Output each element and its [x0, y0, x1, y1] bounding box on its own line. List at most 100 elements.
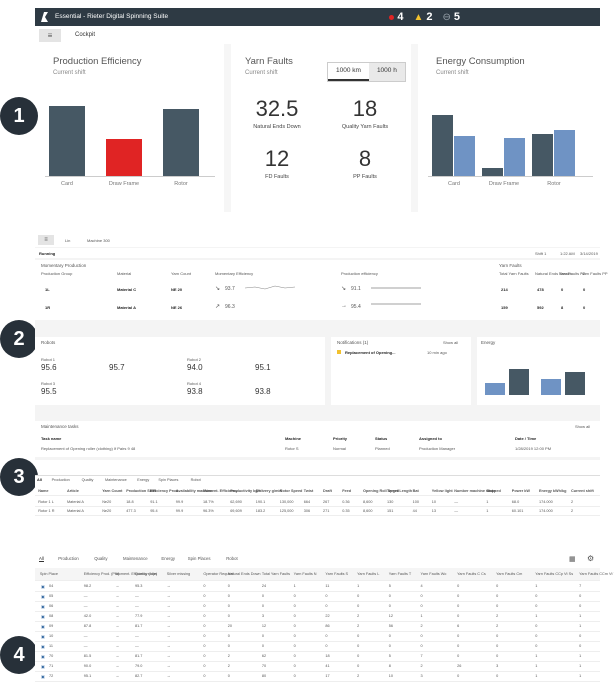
table-cell: 0 — [261, 644, 265, 648]
column-header: Feed — [342, 489, 352, 493]
tab[interactable]: Maintenance — [105, 478, 127, 482]
table-cell: 0 — [457, 644, 460, 648]
table-cell: 0 — [496, 594, 499, 598]
production-efficiency-card[interactable]: Production Efficiency Current shift Card… — [35, 44, 224, 212]
table-cell: → — [115, 634, 120, 638]
tab[interactable]: Robot — [226, 556, 237, 561]
table-row[interactable]: ▣ 70 81.5 → 81.7 → 0 2 62 0 18 0 5 7 0 0 1 1 — [35, 652, 600, 662]
sparkline-chart — [371, 287, 421, 305]
column-header: Delivery g/min — [255, 489, 282, 493]
robot-value: 93.8 — [187, 387, 203, 396]
table-cell: 2 — [357, 624, 360, 628]
table-row[interactable]: ▣ 71 90.0 → 79.0 → 0 2 70 0 41 0 8 2 26 3 1 1 — [35, 662, 600, 672]
table-cell: 2 — [357, 614, 360, 618]
tab[interactable]: Quality — [82, 478, 94, 482]
machine-detail: ≡ Lin Machine 300 Running Shift 1 1:22 A… — [35, 233, 608, 460]
table-cell: 0 — [579, 594, 582, 598]
table-cell: 79.0 — [135, 664, 143, 668]
column-header: State — [486, 489, 496, 493]
table-row[interactable]: ▣ 11 — → — → 0 0 0 0 0 0 0 0 0 0 0 0 — [35, 642, 600, 652]
task-name[interactable]: Replacement of Opening roller (clothing)… — [41, 446, 135, 451]
chart-bar — [106, 139, 142, 176]
table-cell: → — [166, 644, 171, 648]
table-row[interactable]: ▣ 06 — → — → 0 0 0 0 0 0 0 0 0 0 0 0 — [35, 602, 600, 612]
alert-counters[interactable]: 4 ▲ 2 ⊖ 5 — [389, 11, 460, 23]
chart-bar — [432, 115, 453, 176]
table-cell: 0 — [457, 584, 460, 588]
col-header: Machine — [285, 436, 302, 441]
energy-consumption-card[interactable]: Energy Consumption Current shift Card Dra… — [418, 44, 600, 212]
table-cell: 12 — [388, 614, 394, 618]
settings-gear-icon[interactable]: ⚙ — [587, 554, 594, 563]
tab[interactable]: All — [37, 478, 42, 482]
table-cell: 96.3% — [203, 509, 214, 513]
table-cell: 0 — [227, 594, 230, 598]
table-row[interactable]: ▣ 72 95.1 → 82.7 → 0 0 80 0 17 2 10 3 0 0 1 1 — [35, 672, 600, 682]
table-cell: 1 — [486, 509, 489, 513]
toggle-1000km[interactable]: 1000 km — [328, 63, 369, 81]
table-cell: 99.9 — [175, 500, 184, 504]
table-cell: 0 — [227, 604, 230, 608]
robot-name: Robot 1 — [41, 357, 56, 362]
tab[interactable]: Robot — [191, 478, 201, 482]
table-cell: 0 — [496, 604, 499, 608]
show-all-link[interactable]: Show all — [575, 424, 590, 429]
toggle-1000h[interactable]: 1000 h — [368, 63, 405, 81]
table-cell: 0 — [388, 594, 391, 598]
tab[interactable]: Maintenance — [123, 556, 148, 561]
table-cell: 0 — [357, 604, 360, 608]
table-cell: 60.101 — [511, 509, 524, 513]
table-row[interactable]: ▣ 08 42.0 → 77.9 → 0 0 3 0 22 2 12 1 0 2 1 1 — [35, 612, 600, 622]
breadcrumb-machine[interactable]: Machine 300 — [87, 238, 110, 243]
column-header: Spin Place — [39, 572, 59, 576]
column-header: Efficiency Prod. (Pfa) — [83, 572, 120, 576]
tab[interactable]: Spin Places — [188, 556, 211, 561]
alert-info[interactable]: ⊖ 5 — [442, 11, 460, 23]
tab[interactable]: Quality — [94, 556, 107, 561]
column-header: Total Yarn Faults — [261, 572, 291, 576]
tab[interactable]: All — [39, 556, 44, 562]
table-cell: 190.1 — [255, 500, 266, 504]
show-all-link[interactable]: Show all — [443, 340, 458, 345]
column-header: Twist — [303, 489, 314, 493]
table-row[interactable]: Rotor 1 L Material A Ne20 18.8 91.1 99.9 18.7%… — [35, 498, 600, 507]
table-cell: 0 — [293, 634, 296, 638]
col-header: Task name — [41, 436, 62, 441]
table-cell: 2 — [420, 624, 423, 628]
alert-warning[interactable]: ▲ 2 — [413, 11, 432, 23]
table-cell: 1 — [535, 664, 538, 668]
table-cell: 0 — [457, 634, 460, 638]
eff-cell: 93.7 — [225, 286, 235, 292]
tab[interactable]: Energy — [161, 556, 175, 561]
menu-button[interactable]: ≡ — [39, 29, 61, 42]
card-subtitle: Current shift — [245, 70, 278, 76]
tab[interactable]: Energy — [137, 478, 149, 482]
tab[interactable]: Production — [58, 556, 79, 561]
breadcrumb-cockpit[interactable]: Cockpit — [75, 32, 95, 38]
table-row[interactable]: ▣ 04 98.2 → 95.3 → 0 0 24 1 11 1 5 4 0 0 1 7 — [35, 582, 600, 592]
column-header: Yarn Faults Cm — [496, 572, 523, 576]
table-cell: — — [135, 594, 139, 598]
chart-baseline — [45, 176, 215, 177]
table-cell: 81.5 — [83, 654, 92, 658]
table-row[interactable]: ▣ 09 87.8 → 81.7 → 0 20 12 0 86 2 56 2 6 2 0 1 — [35, 622, 600, 632]
menu-button[interactable]: ≡ — [38, 235, 54, 245]
notification-warning-icon — [337, 350, 341, 354]
table-cell: 0 — [203, 624, 206, 628]
notification-item[interactable]: Replacement of Opening... — [345, 350, 395, 355]
alert-error[interactable]: 4 — [389, 11, 403, 23]
unit-toggle[interactable]: 1000 km 1000 h — [327, 62, 406, 82]
kpi-pp-faults: 8 PP Faults — [353, 146, 377, 180]
table-cell: → — [115, 664, 120, 668]
tab[interactable]: Production — [52, 478, 70, 482]
table-row[interactable]: ▣ 05 — → — → 0 0 0 0 0 0 0 0 0 0 0 0 — [35, 592, 600, 602]
table-cell: 0.36 — [342, 500, 350, 504]
table-row[interactable]: Rotor 1 R Material A Ne20 477.3 95.4 99.9 96.3… — [35, 507, 600, 516]
table-cell: 12 — [261, 624, 267, 628]
breadcrumb-line[interactable]: Lin — [65, 238, 70, 243]
table-cell: 8,600 — [363, 509, 373, 513]
tab[interactable]: Spin Places — [158, 478, 178, 482]
table-row[interactable]: ▣ 10 — → — → 0 0 0 0 0 0 0 0 0 0 0 0 — [35, 632, 600, 642]
grid-view-icon[interactable]: ▦ — [569, 555, 576, 563]
robot-name: Robot 4 — [187, 381, 202, 386]
